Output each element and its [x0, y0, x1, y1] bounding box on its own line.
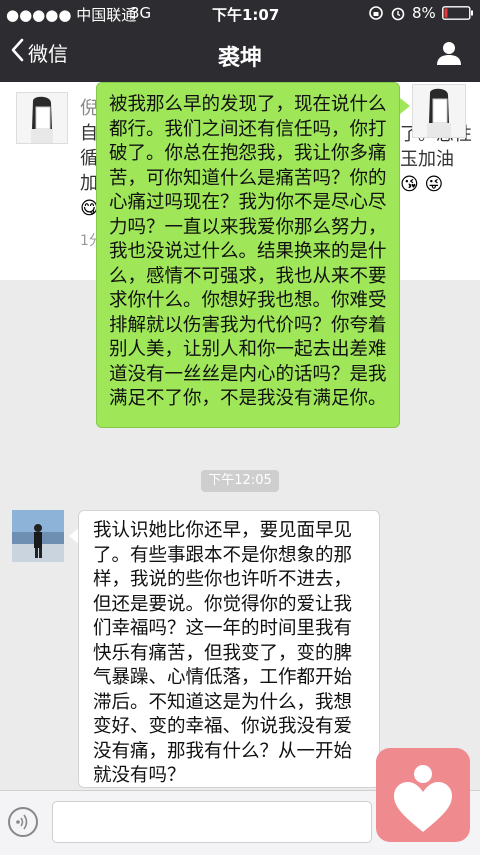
contact-avatar[interactable] — [12, 510, 64, 562]
voice-button[interactable] — [8, 807, 38, 837]
message-input[interactable] — [52, 801, 372, 843]
status-bar: ●●●●● 中国联通 3G 下午1:07 8% — [0, 0, 480, 26]
app-logo — [376, 748, 470, 842]
avatar — [16, 92, 68, 144]
person-icon — [437, 42, 461, 65]
chat-area[interactable]: 倪 自 循 加 😋 1分 了。恶性 玉加油 😘 😜 被我那么早的发现了，现在说什… — [0, 82, 480, 790]
sent-message-bubble[interactable]: 被我那么早的发现了，现在说什么都行。我们之间还有信任吗，你打破了。你总在抱怨我，… — [96, 82, 400, 428]
bubble-tail — [400, 98, 410, 114]
battery-icon — [442, 6, 474, 24]
clock: 下午1:07 — [212, 6, 280, 24]
emoji-icon: 😘 😜 — [400, 174, 444, 195]
timestamp-badge: 下午12:05 — [201, 470, 279, 492]
battery-percent: 8% — [412, 4, 436, 22]
rotation-lock-icon — [368, 5, 384, 25]
carrier: ●●●●● 中国联通 — [6, 6, 137, 24]
profile-button[interactable] — [436, 40, 462, 66]
voice-icon — [16, 814, 28, 830]
card-line: 玉加油 — [400, 149, 454, 170]
my-avatar[interactable] — [412, 84, 466, 138]
nav-bar: 微信 裘坤 — [0, 26, 480, 82]
alarm-icon — [390, 5, 406, 25]
chat-title: 裘坤 — [217, 46, 262, 71]
network-type: 3G — [130, 4, 152, 22]
received-message-bubble[interactable]: 我认识她比你还早，要见面早见了。有些事跟本不是你想象的那样，我说的些你也许听不进… — [78, 510, 380, 788]
